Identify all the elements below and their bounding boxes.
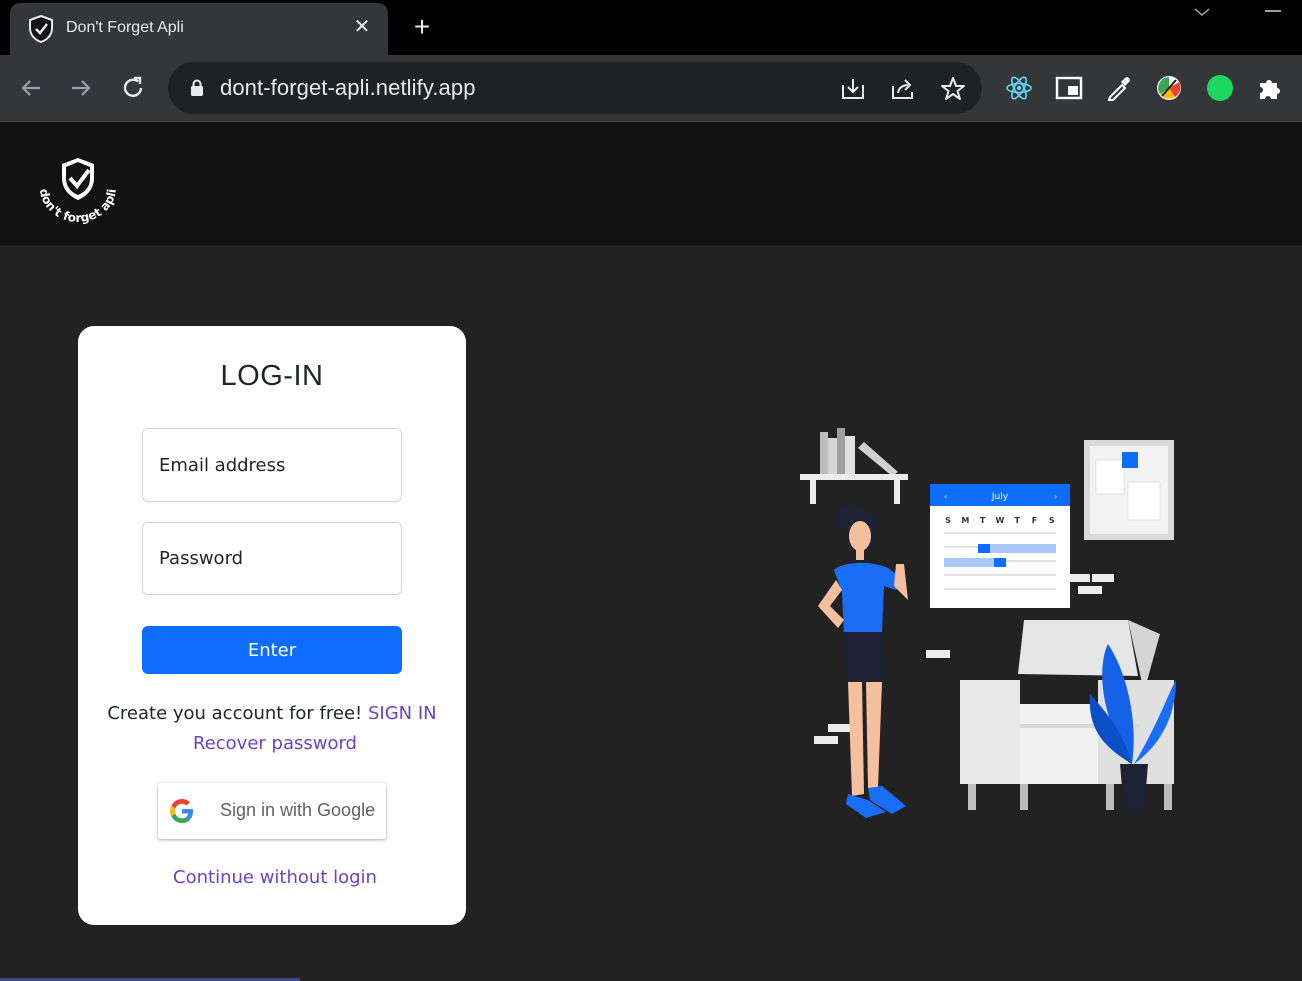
page-title: LOG-IN <box>220 360 324 392</box>
password-field[interactable] <box>142 522 402 595</box>
color-picker-icon[interactable] <box>1105 74 1133 102</box>
star-icon[interactable] <box>940 76 966 102</box>
calendar-weekday: F <box>1032 516 1037 525</box>
svg-text:‹: ‹ <box>944 492 947 501</box>
browser-toolbar: dont-forget-apli.netlify.app <box>0 55 1302 122</box>
google-sign-in-button[interactable]: Sign in with Google <box>158 783 386 839</box>
signup-prompt: Create you account for free! SIGN IN <box>78 703 466 724</box>
share-icon[interactable] <box>890 76 916 102</box>
calendar-weekday: M <box>961 516 969 525</box>
back-icon[interactable] <box>16 73 46 103</box>
sign-in-link[interactable]: SIGN IN <box>368 703 437 724</box>
password-input[interactable] <box>143 523 401 594</box>
enter-button[interactable]: Enter <box>142 626 402 674</box>
colorful-extension-icon[interactable] <box>1155 74 1183 102</box>
email-input[interactable] <box>143 429 401 501</box>
site-header: - don't forget apli - <box>0 122 1302 245</box>
address-bar[interactable]: dont-forget-apli.netlify.app <box>168 62 982 114</box>
react-devtools-icon[interactable] <box>1005 74 1033 102</box>
forward-icon[interactable] <box>66 73 96 103</box>
calendar-weekday: T <box>1014 516 1020 525</box>
close-tab-icon[interactable]: ✕ <box>350 15 374 39</box>
calendar-month: July <box>991 492 1009 502</box>
login-card: LOG-IN Enter Create you account for free… <box>78 326 466 925</box>
svg-text:›: › <box>1054 492 1057 501</box>
calendar-weekday: T <box>980 516 986 525</box>
url-text[interactable]: dont-forget-apli.netlify.app <box>220 75 476 101</box>
browser-tab-strip: Don't Forget Apli ✕ + <box>0 0 1302 55</box>
lock-icon[interactable] <box>190 79 204 97</box>
extensions-puzzle-icon[interactable] <box>1256 74 1284 102</box>
calendar: July ‹ › SMTWTFS <box>930 484 1070 608</box>
shield-icon <box>29 15 53 43</box>
google-button-label: Sign in with Google <box>220 800 376 820</box>
recover-password-link[interactable]: Recover password <box>193 733 357 754</box>
new-tab-button[interactable]: + <box>408 12 436 42</box>
google-icon <box>170 799 194 823</box>
illustration: July ‹ › SMTWTFS <box>800 428 1176 818</box>
woman-figure <box>818 505 908 818</box>
continue-row: Continue without login <box>78 867 472 888</box>
signup-prompt-text: Create you account for free! <box>107 703 368 724</box>
picture-in-picture-icon[interactable] <box>1055 74 1083 102</box>
reload-icon[interactable] <box>118 73 148 103</box>
tab-title: Don't Forget Apli <box>66 19 184 36</box>
continue-without-login-link[interactable]: Continue without login <box>173 867 377 888</box>
email-field[interactable] <box>142 428 402 502</box>
bookshelf <box>800 428 908 504</box>
calendar-weekday: W <box>995 516 1004 525</box>
install-app-icon[interactable] <box>840 76 866 102</box>
green-status-icon[interactable] <box>1206 74 1234 102</box>
browser-tab[interactable]: Don't Forget Apli ✕ <box>10 3 388 55</box>
app-logo[interactable]: - don't forget apli - <box>32 156 124 232</box>
recover-password-row: Recover password <box>78 733 472 754</box>
calendar-weekday: S <box>1049 516 1055 525</box>
calendar-weekday: S <box>945 516 951 525</box>
notice-board <box>1084 440 1174 540</box>
chevron-down-icon[interactable] <box>1192 4 1212 20</box>
minimize-icon[interactable] <box>1265 10 1281 12</box>
